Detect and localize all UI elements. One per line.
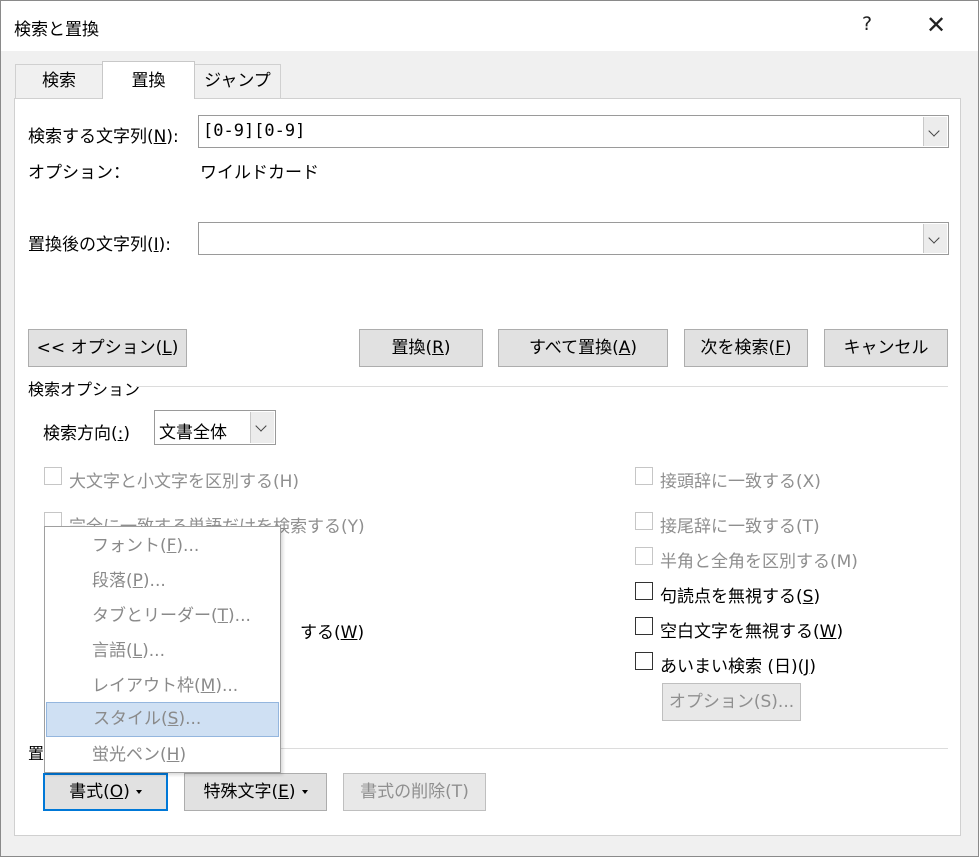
replace-button[interactable]: 置換(R) (359, 329, 483, 367)
find-input[interactable]: [0-9][0-9] (203, 121, 305, 141)
ignore-punct-label: 句読点を無視する(S) (660, 587, 821, 607)
replace-label: 置換後の文字列(I): (28, 235, 172, 255)
width-checkbox[interactable] (635, 547, 653, 565)
direction-dropdown-button[interactable] (250, 412, 274, 443)
ignore-space-checkbox[interactable] (635, 617, 653, 635)
find-label: 検索する文字列(N): (28, 127, 179, 147)
section-divider (136, 386, 948, 387)
special-button[interactable]: 特殊文字(E) (184, 773, 327, 811)
replace-combobox[interactable] (198, 222, 949, 255)
format-button[interactable]: 書式(O) (43, 773, 168, 811)
dropdown-arrow-icon (135, 790, 142, 794)
suffix-checkbox[interactable] (635, 512, 653, 530)
tab-goto[interactable]: ジャンプ (194, 64, 281, 98)
menu-item-highlight[interactable]: 蛍光ペン(H) (46, 738, 279, 773)
help-button[interactable]: ? (862, 13, 872, 35)
options-value: ワイルドカード (200, 163, 319, 183)
partial-option-label: する(W) (300, 623, 365, 643)
replace-dropdown-button[interactable] (923, 224, 947, 253)
ignore-punct-checkbox[interactable] (635, 582, 653, 600)
match-case-label: 大文字と小文字を区別する(H) (69, 472, 300, 492)
fuzzy-label: あいまい検索 (日)(J) (660, 657, 816, 677)
direction-value: 文書全体 (159, 423, 227, 443)
suffix-label: 接尾辞に一致する(T) (660, 517, 820, 537)
find-next-button[interactable]: 次を検索(F) (684, 329, 808, 367)
options-label: オプション： (28, 163, 130, 183)
menu-item-tabs[interactable]: タブとリーダー(T)... (46, 599, 279, 634)
chevron-down-icon (255, 420, 267, 432)
cancel-button[interactable]: キャンセル (824, 329, 948, 367)
title-bar (1, 1, 978, 51)
fuzzy-checkbox[interactable] (635, 652, 653, 670)
chevron-down-icon (928, 125, 940, 137)
menu-item-paragraph[interactable]: 段落(P)... (46, 564, 279, 599)
replace-all-button[interactable]: すべて置換(A) (498, 329, 668, 367)
find-dropdown-button[interactable] (923, 117, 947, 146)
less-options-button[interactable]: << オプション(L) (28, 329, 187, 367)
fuzzy-options-button[interactable]: オプション(S)... (662, 683, 801, 721)
search-options-title: 検索オプション (28, 380, 141, 399)
close-button[interactable]: ✕ (926, 11, 946, 39)
prefix-checkbox[interactable] (635, 467, 653, 485)
format-menu: フォント(F)... 段落(P)... タブとリーダー(T)... 言語(L).… (44, 526, 281, 773)
tab-find[interactable]: 検索 (15, 64, 103, 98)
menu-item-frame[interactable]: レイアウト枠(M)... (46, 669, 279, 704)
direction-select[interactable]: 文書全体 (154, 410, 276, 445)
menu-item-font[interactable]: フォント(F)... (46, 529, 279, 564)
find-combobox[interactable]: [0-9][0-9] (198, 115, 949, 148)
window-title: 検索と置換 (14, 20, 99, 40)
ignore-space-label: 空白文字を無視する(W) (660, 622, 844, 642)
menu-item-language[interactable]: 言語(L)... (46, 634, 279, 669)
replace-section-title: 置 (28, 744, 45, 763)
clear-format-button[interactable]: 書式の削除(T) (343, 773, 486, 811)
prefix-label: 接頭辞に一致する(X) (660, 472, 821, 492)
dropdown-arrow-icon (301, 790, 308, 794)
chevron-down-icon (928, 232, 940, 244)
tab-replace[interactable]: 置換 (102, 61, 195, 99)
direction-label: 検索方向(:) (43, 424, 131, 444)
width-label: 半角と全角を区別する(M) (660, 552, 858, 572)
menu-item-style[interactable]: スタイル(S)... (46, 702, 279, 737)
match-case-checkbox[interactable] (44, 467, 62, 485)
